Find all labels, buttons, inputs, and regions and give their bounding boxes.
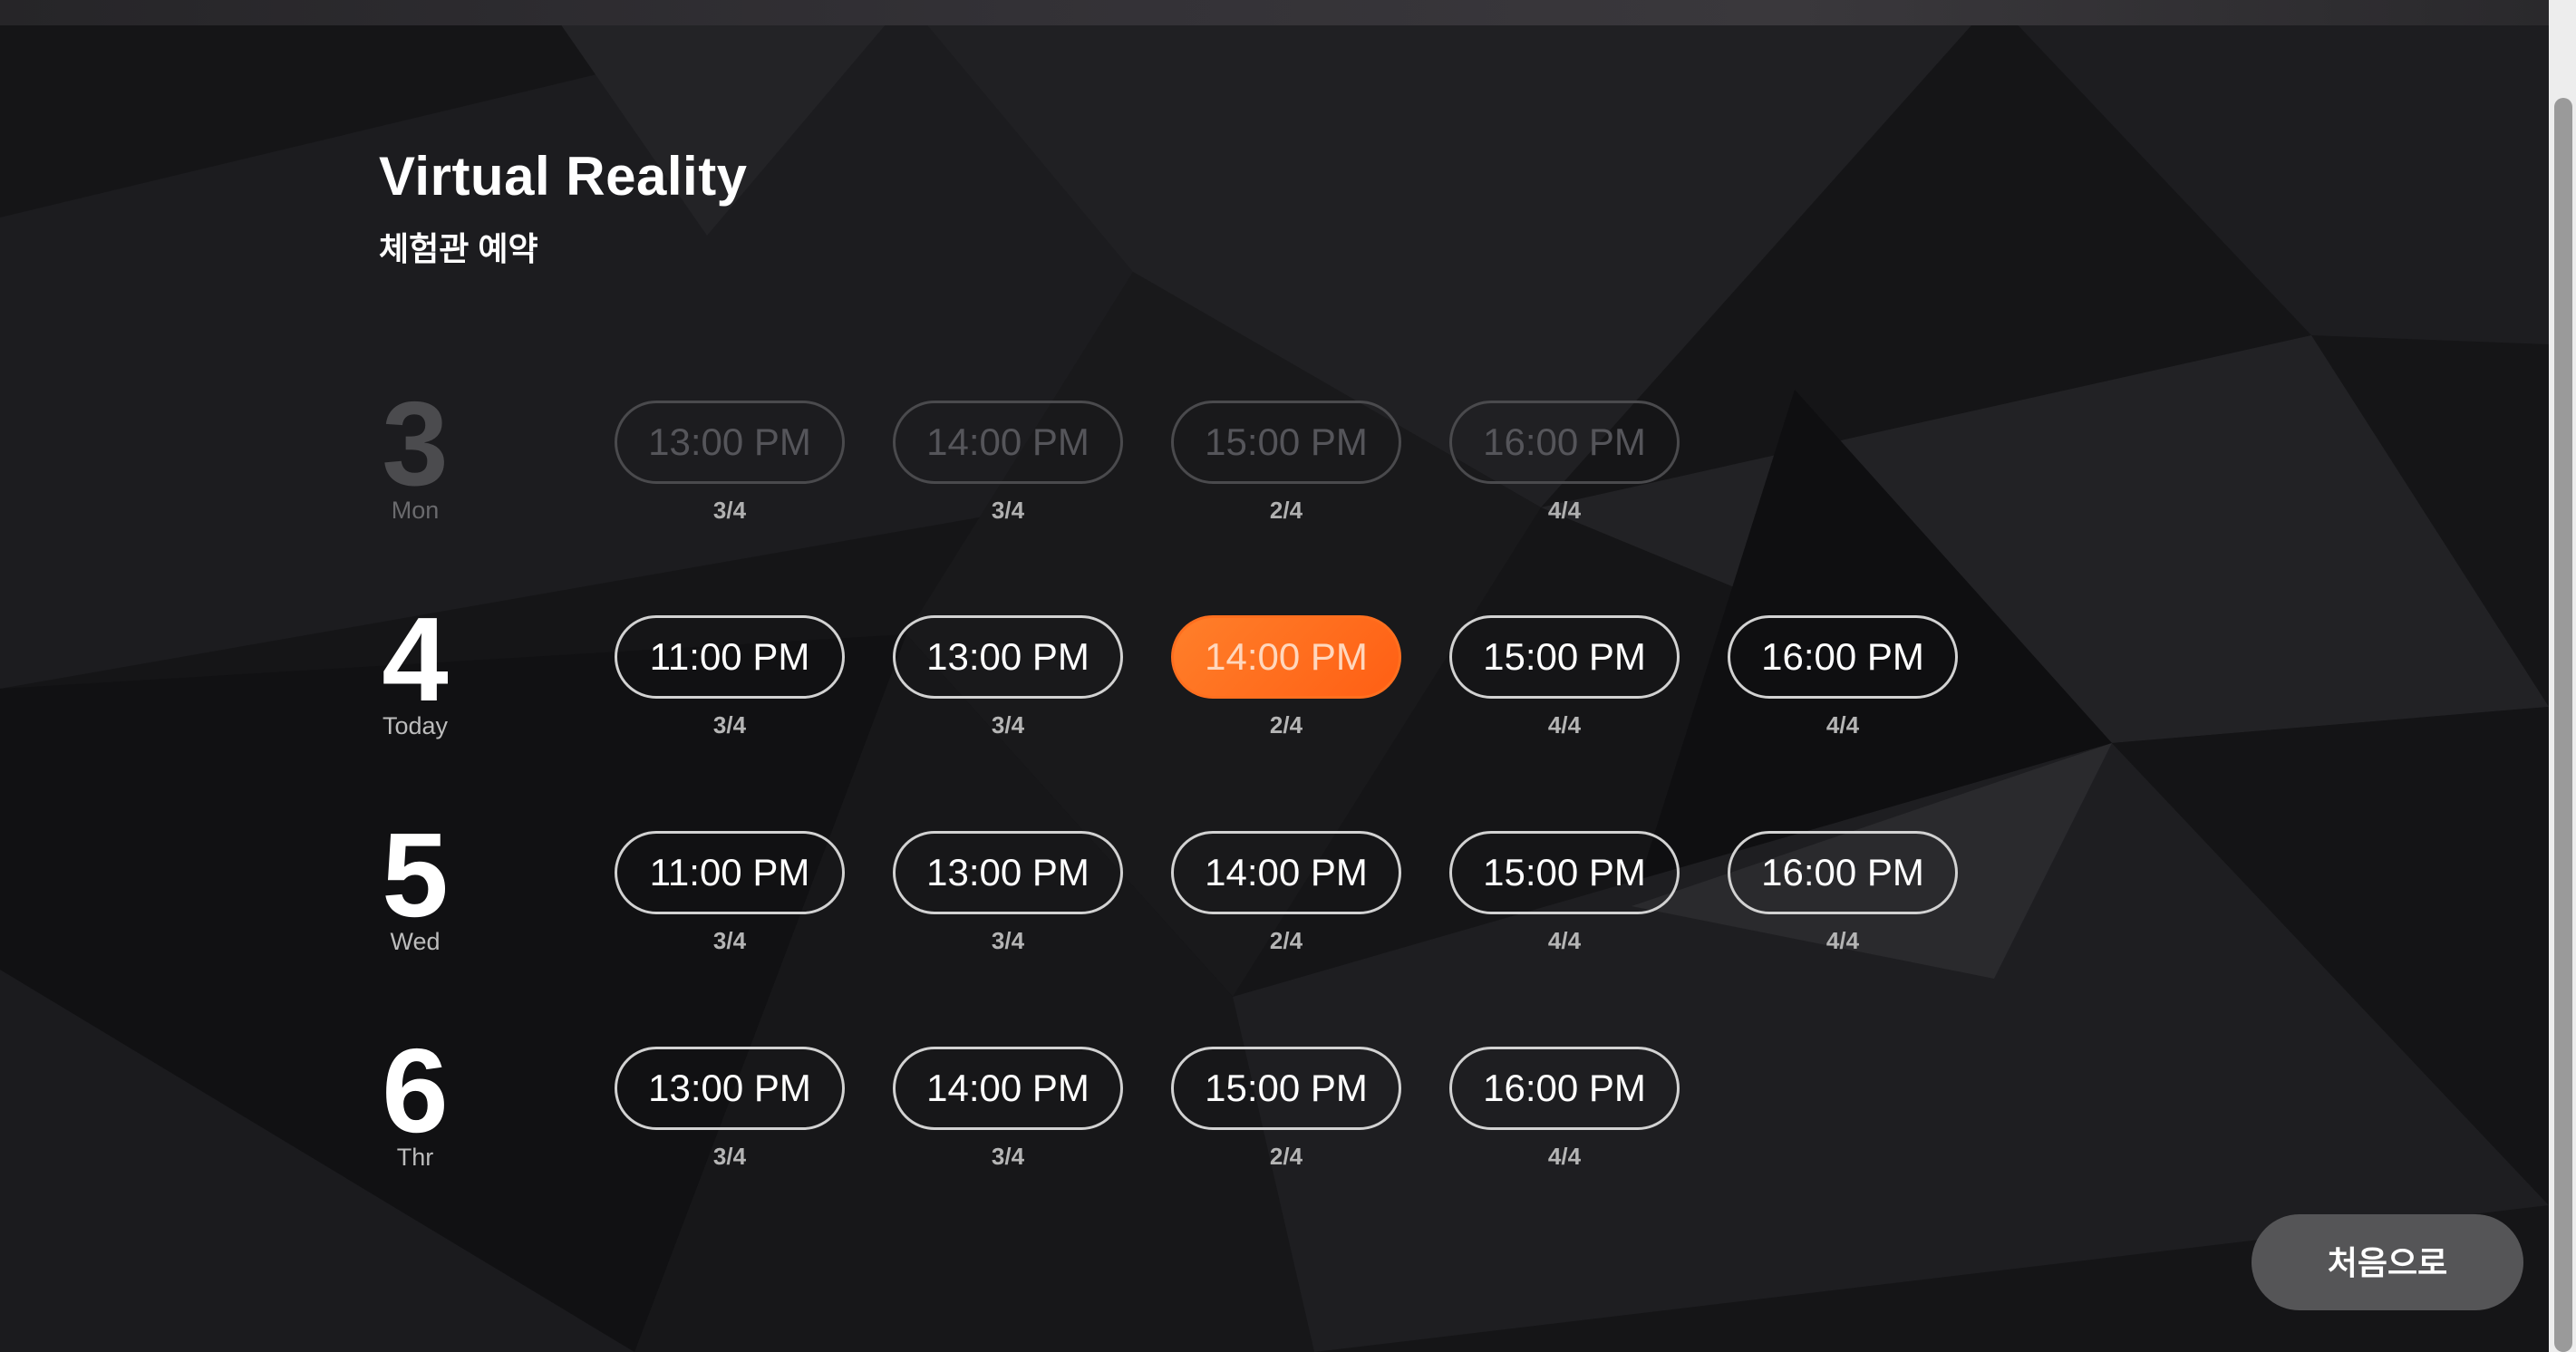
date-weekday: Today: [382, 712, 449, 739]
time-slot: 14:00 PM 3/4: [893, 401, 1123, 525]
time-slot: 13:00 PM 3/4: [893, 831, 1123, 955]
time-slot-button[interactable]: 16:00 PM: [1449, 1047, 1680, 1130]
time-slot: 15:00 PM 2/4: [1171, 401, 1401, 525]
time-slot-button[interactable]: 15:00 PM: [1449, 615, 1680, 699]
time-slot: 16:00 PM 4/4: [1728, 831, 1958, 955]
slot-capacity: 4/4: [1547, 927, 1582, 954]
time-slot: 14:00 PM 2/4: [1171, 831, 1401, 955]
slot-capacity: 3/4: [991, 497, 1025, 524]
time-slot: 13:00 PM 3/4: [893, 615, 1123, 739]
top-strip: [0, 0, 2549, 25]
slot-capacity: 2/4: [1269, 711, 1303, 739]
go-to-start-button[interactable]: 처음으로: [2252, 1214, 2523, 1310]
time-slot: 11:00 PM 3/4: [615, 615, 845, 739]
slot-capacity: 4/4: [1547, 497, 1582, 524]
date-number: 3: [382, 377, 449, 510]
date-label: 6 Thr: [379, 1024, 451, 1172]
time-slot-button[interactable]: 14:00 PM: [1171, 831, 1401, 914]
slot-capacity: 3/4: [991, 1143, 1025, 1170]
time-slot-button[interactable]: 13:00 PM: [893, 615, 1123, 699]
time-slot-button[interactable]: 16:00 PM: [1728, 831, 1958, 914]
time-slot: 13:00 PM 3/4: [615, 401, 845, 525]
slot-capacity: 2/4: [1269, 1143, 1303, 1170]
date-label: 4 Today: [379, 593, 451, 740]
time-slot-button[interactable]: 11:00 PM: [615, 615, 845, 699]
time-slot-button[interactable]: 15:00 PM: [1171, 1047, 1401, 1130]
slot-capacity: 3/4: [991, 711, 1025, 739]
time-slot-button[interactable]: 11:00 PM: [615, 831, 845, 914]
date-number: 4: [382, 593, 449, 726]
time-slot-button[interactable]: 14:00 PM: [893, 1047, 1123, 1130]
page-subtitle: 체험관 예약: [379, 230, 538, 267]
slot-capacity: 3/4: [712, 711, 747, 739]
slot-capacity: 3/4: [712, 927, 747, 954]
time-slot-button: 14:00 PM: [893, 401, 1123, 484]
date-label: 3 Mon: [379, 377, 451, 525]
scrollbar-track[interactable]: [2549, 0, 2576, 1352]
date-label: 5 Wed: [379, 808, 451, 956]
time-slot-button-selected[interactable]: 14:00 PM: [1171, 615, 1401, 699]
slot-capacity: 3/4: [712, 497, 747, 524]
time-slot: 14:00 PM 2/4: [1171, 615, 1401, 739]
slot-capacity: 2/4: [1269, 497, 1303, 524]
time-slot: 16:00 PM 4/4: [1449, 401, 1680, 525]
page-title: Virtual Reality: [379, 146, 748, 207]
time-slot-button[interactable]: 16:00 PM: [1728, 615, 1958, 699]
time-slot-button[interactable]: 13:00 PM: [615, 1047, 845, 1130]
vr-reservation-page: Virtual Reality 체험관 예약 3 Mon 13:00 PM 3/…: [0, 0, 2576, 1352]
date-number: 5: [382, 808, 449, 942]
slot-capacity: 4/4: [1547, 1143, 1582, 1170]
time-slot: 15:00 PM 2/4: [1171, 1047, 1401, 1171]
time-slot: 14:00 PM 3/4: [893, 1047, 1123, 1171]
time-slot-button[interactable]: 15:00 PM: [1449, 831, 1680, 914]
time-slot: 15:00 PM 4/4: [1449, 831, 1680, 955]
slot-capacity: 4/4: [1547, 711, 1582, 739]
slot-capacity: 3/4: [991, 927, 1025, 954]
time-slot: 15:00 PM 4/4: [1449, 615, 1680, 739]
time-slot: 16:00 PM 4/4: [1728, 615, 1958, 739]
date-number: 6: [382, 1024, 449, 1157]
time-slot-button: 13:00 PM: [615, 401, 845, 484]
time-slot-button[interactable]: 13:00 PM: [893, 831, 1123, 914]
scrollbar-thumb[interactable]: [2554, 98, 2572, 1352]
slot-capacity: 3/4: [712, 1143, 747, 1170]
time-slot: 11:00 PM 3/4: [615, 831, 845, 955]
slot-capacity: 2/4: [1269, 927, 1303, 954]
slot-capacity: 4/4: [1825, 927, 1860, 954]
time-slot-button: 15:00 PM: [1171, 401, 1401, 484]
slot-capacity: 4/4: [1825, 711, 1860, 739]
time-slot-button: 16:00 PM: [1449, 401, 1680, 484]
time-slot: 13:00 PM 3/4: [615, 1047, 845, 1171]
time-slot: 16:00 PM 4/4: [1449, 1047, 1680, 1171]
